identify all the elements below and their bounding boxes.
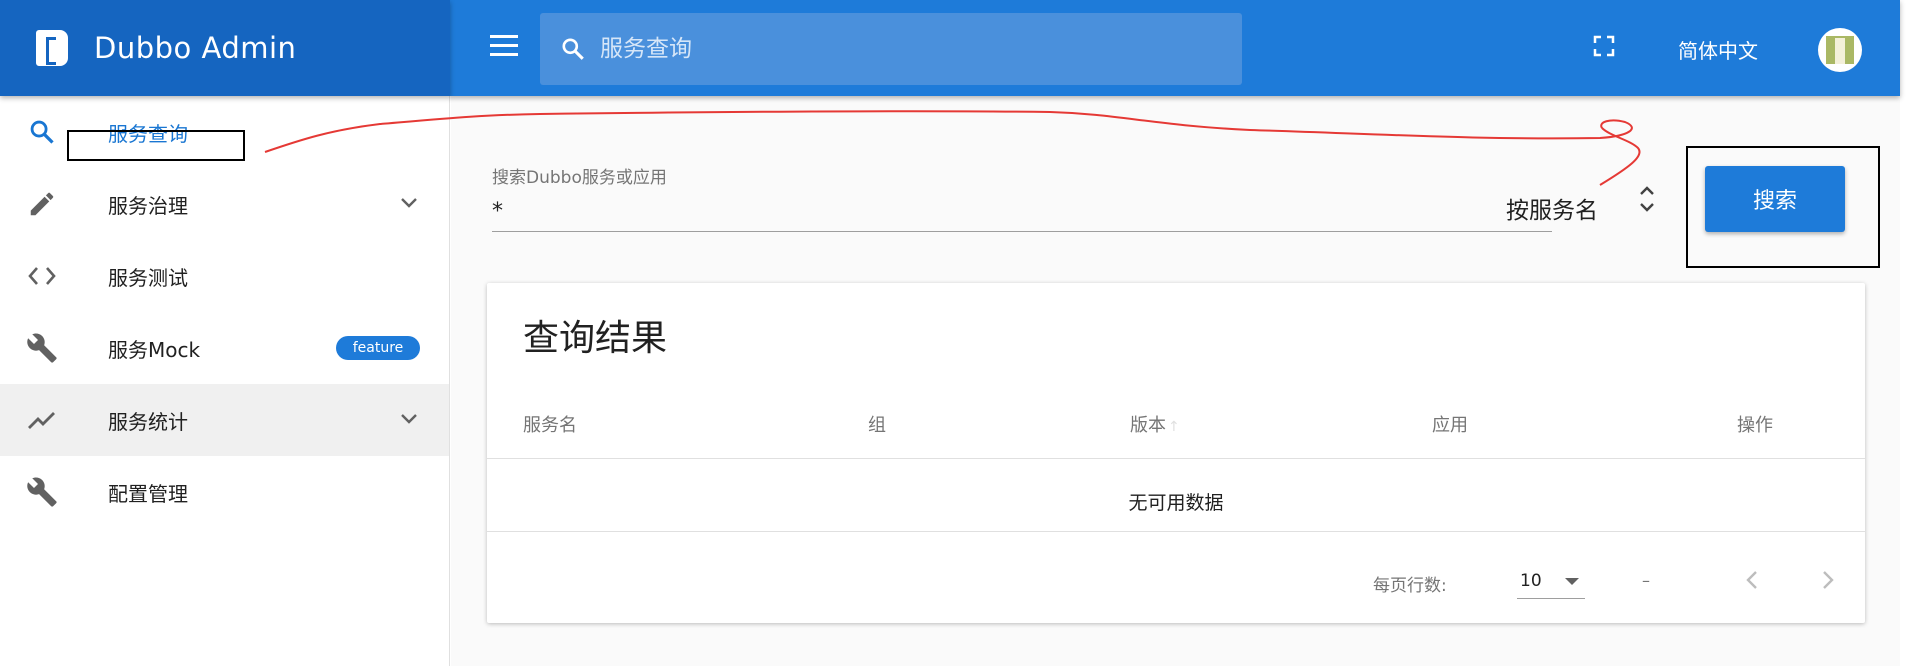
top-search-bar[interactable] [540, 13, 1242, 85]
unfold-icon[interactable] [1637, 182, 1657, 216]
sidebar-item-label: 服务Mock [108, 337, 201, 362]
service-search-input[interactable] [492, 192, 1552, 232]
top-toolbar: 简体中文 [450, 0, 1900, 96]
rows-per-page-select[interactable]: 10 [1517, 561, 1585, 599]
column-header-version-label: 版本 [1130, 415, 1166, 436]
chevron-down-icon[interactable] [399, 192, 419, 212]
search-field-label: 搜索Dubbo服务或应用 [492, 168, 667, 188]
column-header-actions[interactable]: 操作 [1737, 411, 1773, 437]
search-type-select[interactable]: 按服务名 [1506, 191, 1598, 225]
sidebar-item-label: 服务测试 [108, 265, 188, 290]
footer-divider [487, 531, 1865, 532]
menu-icon[interactable] [490, 35, 518, 57]
language-selector[interactable]: 简体中文 [1678, 35, 1758, 64]
pencil-icon [26, 188, 58, 220]
feature-badge: feature [336, 336, 420, 360]
column-header-version[interactable]: 版本 ↑ [1130, 411, 1180, 437]
avatar[interactable] [1818, 28, 1862, 72]
page-range-text: – [1642, 571, 1650, 590]
sidebar-item-label: 服务查询 [108, 121, 188, 146]
sidebar-item-config-management[interactable]: 配置管理 [0, 456, 449, 528]
sort-arrow-icon: ↑ [1168, 419, 1180, 435]
header-divider [487, 458, 1865, 459]
rows-per-page-label: 每页行数: [1373, 576, 1447, 596]
results-title: 查询结果 [523, 318, 668, 359]
chevron-right-icon[interactable] [1812, 565, 1842, 595]
chevron-left-icon[interactable] [1738, 565, 1768, 595]
sidebar-item-label: 配置管理 [108, 481, 188, 506]
results-card: 查询结果 服务名 组 版本 ↑ 应用 操作 无可用数据 每页行数: 10 – [487, 283, 1865, 623]
chevron-down-icon[interactable] [399, 408, 419, 428]
sidebar-item-label: 服务统计 [108, 409, 188, 434]
sidebar-item-service-query[interactable]: 服务查询 [0, 96, 449, 168]
rows-per-page-value: 10 [1520, 571, 1542, 591]
trending-up-icon [26, 404, 58, 436]
code-icon [26, 260, 58, 292]
sidebar-item-service-statistics[interactable]: 服务统计 [0, 384, 449, 456]
wrench-icon [26, 332, 58, 364]
caret-down-icon [1565, 578, 1579, 585]
search-icon [562, 38, 584, 60]
sidebar: 服务查询 服务治理 服务测试 服务Mock feature 服务统计 配置管理 [0, 96, 450, 666]
search-icon [26, 116, 58, 148]
search-button[interactable]: 搜索 [1705, 166, 1845, 232]
column-header-group[interactable]: 组 [868, 411, 886, 437]
empty-state-text: 无可用数据 [1128, 492, 1224, 514]
dubbo-logo-icon [36, 30, 68, 66]
app-title: Dubbo Admin [94, 31, 297, 65]
sidebar-item-service-test[interactable]: 服务测试 [0, 240, 449, 312]
sidebar-item-label: 服务治理 [108, 193, 188, 218]
top-search-input[interactable] [600, 36, 1160, 62]
sidebar-item-service-mock[interactable]: 服务Mock feature [0, 312, 449, 384]
sidebar-item-service-governance[interactable]: 服务治理 [0, 168, 449, 240]
main-content: 搜索Dubbo服务或应用 按服务名 搜索 查询结果 服务名 组 版本↑ 应用 操… [451, 96, 1900, 666]
fullscreen-icon[interactable] [1593, 35, 1615, 57]
brand-header: Dubbo Admin [0, 0, 450, 96]
column-header-application[interactable]: 应用 [1432, 411, 1468, 437]
column-header-service-name[interactable]: 服务名 [523, 411, 577, 437]
wrench-icon [26, 476, 58, 508]
